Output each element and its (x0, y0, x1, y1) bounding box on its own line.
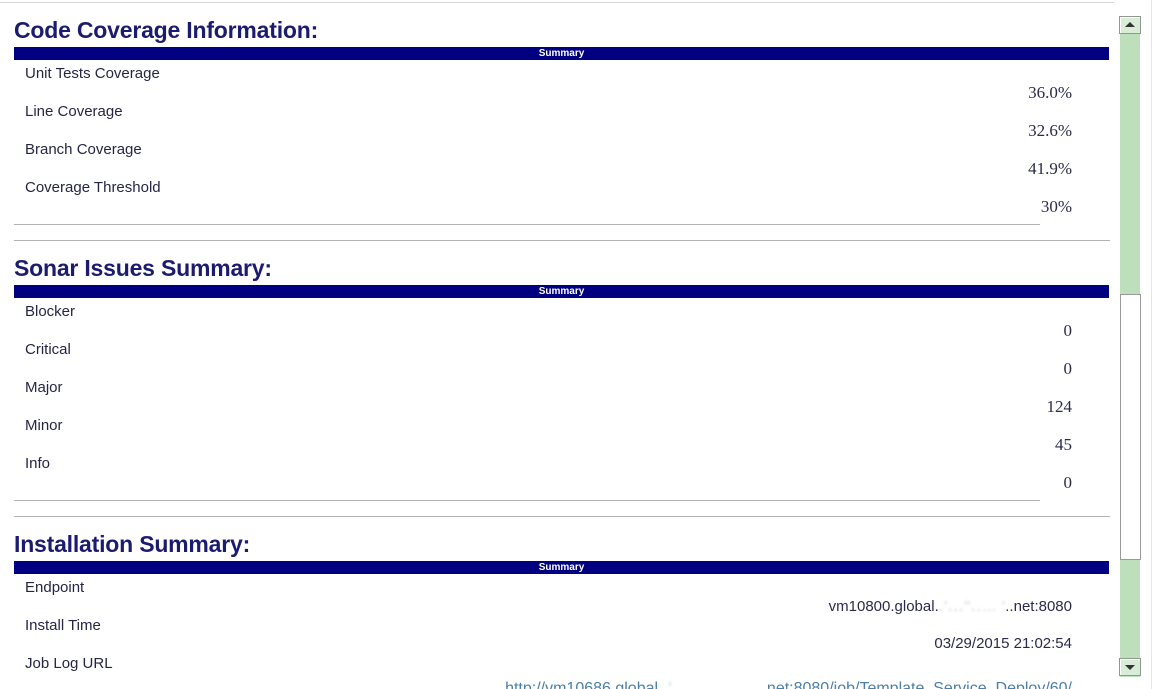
row-label: Blocker (25, 303, 76, 320)
row-list: Endpoint vm10800.global.․′․․․′′․․… ′ ..ne… (0, 574, 1114, 689)
row-value-link[interactable]: http://vm10686.global.․′․…․․․․․․ …․․ net… (505, 678, 1072, 689)
summary-column-header-label: Summary (538, 286, 585, 297)
summary-column-header-bar: Summary (14, 561, 1109, 574)
row-label: Info (25, 455, 51, 472)
section-sonar-issues: Sonar Issues Summary: Summary Blocker 0 Crit… (0, 241, 1114, 517)
table-row: Job Log URL http://vm10686.global.․′․…․․․… (0, 650, 1114, 689)
section-title: Code Coverage Information: (14, 17, 319, 43)
scrollbar-thumb[interactable] (1120, 294, 1141, 560)
row-label: Major (25, 379, 63, 396)
row-value: 30% (1040, 197, 1072, 216)
section-title: Installation Summary: (14, 531, 251, 557)
summary-column-header-label: Summary (538, 562, 585, 573)
chevron-up-icon (1125, 22, 1135, 27)
table-row: Critical 0 (0, 336, 1114, 378)
row-label: Line Coverage (25, 103, 123, 120)
summary-column-header-label: Summary (538, 48, 585, 59)
row-label: Job Log URL (25, 655, 113, 672)
section-installation: Installation Summary: Summary Endpoint vm10… (0, 517, 1114, 689)
report-viewport: Code Coverage Information: Summary Unit Te… (0, 0, 1114, 689)
report-content: Code Coverage Information: Summary Unit Te… (0, 0, 1114, 689)
scroll-down-button[interactable] (1119, 658, 1141, 676)
row-label: Endpoint (25, 579, 85, 596)
table-row: Coverage Threshold 30% (0, 174, 1114, 216)
row-label: Install Time (25, 617, 101, 634)
summary-column-header-bar: Summary (14, 47, 1109, 60)
row-list: Unit Tests Coverage 36.0% Line Coverage 32.… (0, 60, 1114, 216)
table-row: Branch Coverage 41.9% (0, 136, 1114, 178)
section-title: Sonar Issues Summary: (14, 255, 272, 281)
row-list: Blocker 0 Critical 0 Major 124 Minor 45 Info 0 (0, 298, 1114, 492)
row-label: Branch Coverage (25, 141, 142, 158)
row-label: Minor (25, 417, 63, 434)
table-row: Line Coverage 32.6% (0, 98, 1114, 140)
table-row: Unit Tests Coverage 36.0% (0, 60, 1114, 102)
table-row: Minor 45 (0, 412, 1114, 454)
table-row: Info 0 (0, 450, 1114, 492)
row-label: Unit Tests Coverage (25, 65, 160, 82)
vertical-scrollbar[interactable] (1114, 0, 1152, 689)
section-code-coverage: Code Coverage Information: Summary Unit Te… (0, 0, 1114, 241)
row-label: Critical (25, 341, 71, 358)
table-row: Install Time 03/29/2015 21:02:54 (0, 612, 1114, 652)
chevron-down-icon (1125, 665, 1135, 670)
table-row: Endpoint vm10800.global.․′․․․′′․․… ′ ..ne… (0, 574, 1114, 615)
table-row: Major 124 (0, 374, 1114, 416)
scroll-up-button[interactable] (1119, 16, 1141, 34)
table-row: Blocker 0 (0, 298, 1114, 340)
row-label: Coverage Threshold (25, 179, 161, 196)
report-page: Code Coverage Information: Summary Unit Te… (0, 0, 1152, 689)
summary-column-header-bar: Summary (14, 285, 1109, 298)
row-value: 0 (1063, 473, 1073, 492)
